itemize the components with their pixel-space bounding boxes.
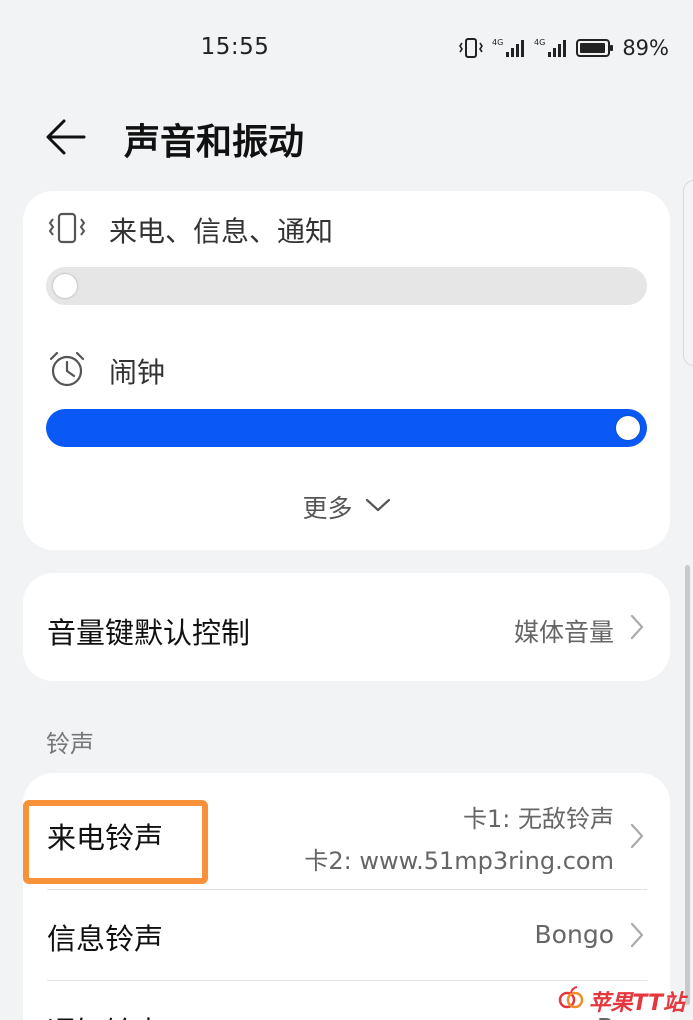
app-header: 声音和振动 [0, 105, 693, 169]
message-ringtone-label: 信息铃声 [47, 922, 164, 956]
signal-4g-sim1-icon: 4G [492, 37, 526, 59]
alarm-clock-icon [47, 349, 87, 393]
incoming-ringtone-row[interactable]: 来电铃声 卡1: 无敌铃声 卡2: www.51mp3ring.com [23, 773, 670, 889]
battery-icon [576, 38, 614, 58]
watermark-text: 苹果TT站 [588, 991, 685, 1016]
chevron-right-icon [630, 823, 644, 853]
more-label: 更多 [302, 494, 353, 523]
incoming-ringtone-sim1: 卡1: 无敌铃声 [463, 805, 614, 833]
scrollbar[interactable] [685, 565, 690, 1005]
notification-ringtone-label: 通知铃声 [47, 1009, 163, 1020]
ringtone-card: 来电铃声 卡1: 无敌铃声 卡2: www.51mp3ring.com 信息铃声… [23, 773, 670, 1020]
alarm-volume-label: 闹钟 [109, 356, 166, 389]
chevron-down-icon [365, 497, 391, 517]
alarm-volume-fill [46, 409, 647, 447]
vibrate-icon [458, 37, 484, 59]
svg-text:4G: 4G [492, 38, 503, 47]
arrow-left-icon [44, 119, 88, 163]
calls-volume-knob[interactable] [53, 274, 77, 298]
chevron-right-icon [630, 614, 644, 644]
more-button[interactable]: 更多 [23, 487, 670, 527]
svg-text:4G: 4G [534, 38, 545, 47]
sound-vibration-screen: 15:55 4G 4G 89% 声音和振动 来电、信息、通知 闹钟 更多 音量键… [0, 0, 693, 1020]
back-button[interactable] [44, 115, 92, 159]
alarm-volume-slider[interactable] [46, 409, 647, 447]
calls-volume-label: 来电、信息、通知 [109, 215, 334, 248]
incoming-ringtone-label: 来电铃声 [47, 821, 164, 855]
message-ringtone-row[interactable]: 信息铃声 Bongo [23, 890, 670, 980]
status-bar: 15:55 4G 4G 89% [0, 0, 693, 100]
side-panel-handle[interactable] [683, 180, 693, 366]
volume-key-default-row[interactable]: 音量键默认控制 媒体音量 [23, 573, 670, 681]
status-icons: 4G 4G 89% [458, 36, 669, 60]
battery-percentage: 89% [622, 36, 669, 60]
calls-volume-slider[interactable] [46, 267, 647, 305]
volume-key-card: 音量键默认控制 媒体音量 [23, 573, 670, 681]
status-time: 15:55 [200, 34, 270, 60]
message-ringtone-value: Bongo [534, 920, 614, 949]
chevron-right-icon [630, 922, 644, 952]
alarm-volume-header: 闹钟 [47, 349, 165, 393]
apple-logo-icon [558, 985, 584, 1017]
volume-card: 来电、信息、通知 闹钟 更多 [23, 191, 670, 550]
ringtone-section-label: 铃声 [46, 730, 94, 758]
page-title: 声音和振动 [124, 122, 305, 163]
signal-4g-sim2-icon: 4G [534, 37, 568, 59]
watermark-logo: 苹果TT站 [558, 985, 685, 1017]
alarm-volume-knob[interactable] [616, 416, 640, 440]
volume-key-value: 媒体音量 [513, 618, 614, 647]
volume-key-label: 音量键默认控制 [47, 616, 251, 650]
incoming-ringtone-sim2: 卡2: www.51mp3ring.com [304, 847, 614, 875]
calls-volume-header: 来电、信息、通知 [47, 209, 333, 251]
vibrate-icon [47, 209, 87, 251]
